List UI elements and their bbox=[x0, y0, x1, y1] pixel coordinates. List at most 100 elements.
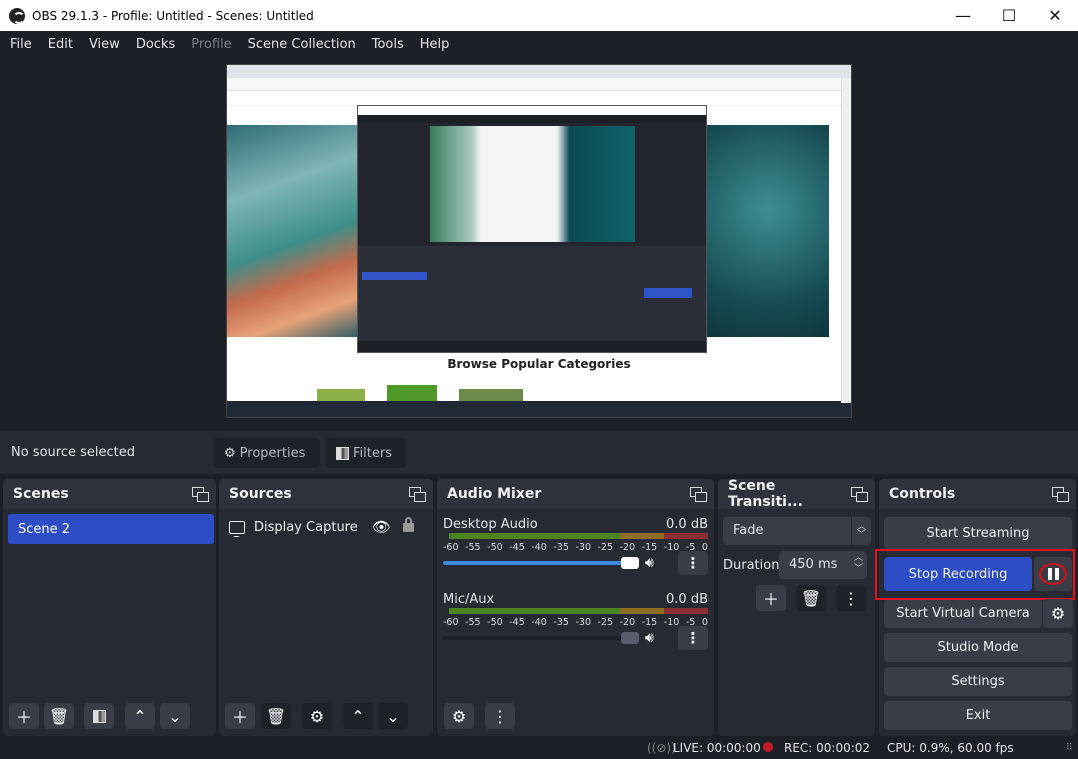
source-properties-button[interactable]: ⚙ bbox=[302, 703, 332, 729]
menu-help[interactable]: Help bbox=[412, 37, 458, 52]
close-button[interactable]: ✕ bbox=[1032, 0, 1078, 31]
cpu-fps: CPU: 0.9%, 60.00 fps bbox=[887, 741, 1014, 755]
pause-recording-button[interactable] bbox=[1034, 557, 1072, 591]
channel-name: Mic/Aux bbox=[443, 592, 495, 607]
meter-tick-label: -45 bbox=[509, 617, 525, 628]
channel-menu-button[interactable]: ⋮ bbox=[678, 551, 708, 575]
gear-icon: ⚙ bbox=[309, 706, 325, 726]
volume-meter bbox=[449, 608, 708, 614]
remove-source-button[interactable]: 🗑 bbox=[261, 703, 291, 729]
studio-mode-button[interactable]: Studio Mode bbox=[884, 633, 1072, 662]
menu-file[interactable]: File bbox=[0, 37, 40, 52]
gear-icon: ⚙ bbox=[1050, 604, 1066, 623]
trash-icon: 🗑 bbox=[48, 706, 70, 726]
preview-canvas[interactable]: Browse Popular Categories bbox=[226, 64, 852, 418]
undock-icon[interactable] bbox=[690, 487, 707, 502]
minimize-button[interactable]: — bbox=[940, 0, 986, 31]
meter-tick-label: -55 bbox=[465, 542, 481, 553]
undock-icon[interactable] bbox=[1052, 487, 1069, 502]
filter-icon bbox=[92, 709, 106, 723]
remove-scene-button[interactable]: 🗑 bbox=[44, 703, 74, 729]
scenes-dock: Scenes Scene 2 ＋ 🗑 ⌃ ⌄ bbox=[3, 479, 216, 736]
scene-move-up-button[interactable]: ⌃ bbox=[125, 703, 155, 729]
scenes-title: Scenes bbox=[13, 486, 69, 502]
add-source-button[interactable]: ＋ bbox=[225, 703, 255, 729]
meter-tick-label: -10 bbox=[663, 617, 680, 628]
volume-slider[interactable] bbox=[443, 557, 639, 569]
meter-tick-label: -10 bbox=[663, 542, 680, 553]
stop-recording-button[interactable]: Stop Recording bbox=[884, 557, 1032, 591]
unlocked-icon[interactable] bbox=[402, 517, 414, 532]
sources-dock: Sources Display Capture 👁 ＋ 🗑 ⚙ ⌃ ⌄ bbox=[219, 479, 433, 736]
start-streaming-button[interactable]: Start Streaming bbox=[884, 517, 1072, 549]
plus-icon: ＋ bbox=[15, 708, 32, 727]
up-down-icon: ︿ ﹀ bbox=[851, 517, 871, 545]
chevron-down-icon: ⌄ bbox=[386, 706, 400, 726]
chevron-up-icon: ⌃ bbox=[133, 706, 147, 726]
duration-label: Duration bbox=[723, 558, 780, 573]
meter-tick-label: -45 bbox=[509, 542, 525, 553]
plus-icon: ＋ bbox=[231, 708, 248, 727]
title-bar: OBS 29.1.3 - Profile: Untitled - Scenes:… bbox=[0, 0, 1078, 31]
maximize-button[interactable]: ☐ bbox=[986, 0, 1032, 31]
mixer-channel-desktop: Desktop Audio 0.0 dB -60 -55 -50 -45 -40 -35-… bbox=[443, 517, 708, 587]
scene-move-down-button[interactable]: ⌄ bbox=[160, 703, 190, 729]
sources-title: Sources bbox=[229, 486, 292, 502]
add-transition-button[interactable]: ＋ bbox=[756, 585, 786, 611]
meter-tick-label: -50 bbox=[487, 617, 503, 628]
settings-button[interactable]: Settings bbox=[884, 667, 1072, 696]
chevron-up-icon: ⌃ bbox=[351, 706, 365, 726]
mixer-menu-button[interactable]: ⋮ bbox=[485, 703, 515, 729]
monitor-icon bbox=[229, 521, 245, 537]
scene-filters-button[interactable] bbox=[84, 703, 114, 729]
volume-slider[interactable] bbox=[443, 632, 639, 644]
source-move-down-button[interactable]: ⌄ bbox=[378, 703, 408, 729]
trash-icon: 🗑 bbox=[265, 706, 287, 726]
menu-tools[interactable]: Tools bbox=[364, 37, 412, 52]
transition-select[interactable]: Fade ︿ ﹀ bbox=[723, 517, 871, 545]
source-move-up-button[interactable]: ⌃ bbox=[343, 703, 373, 729]
resize-grip-icon[interactable]: ⠿ bbox=[1066, 743, 1073, 753]
properties-button[interactable]: ⚙ Properties bbox=[214, 438, 320, 468]
filter-icon bbox=[336, 446, 349, 460]
captured-taskbar bbox=[227, 401, 851, 417]
start-virtual-camera-button[interactable]: Start Virtual Camera bbox=[884, 599, 1042, 628]
meter-tick-label: -25 bbox=[597, 542, 614, 553]
advanced-audio-button[interactable]: ⚙ bbox=[444, 703, 474, 729]
obs-logo-icon bbox=[9, 7, 25, 24]
transition-menu-button[interactable]: ⋮ bbox=[836, 585, 866, 611]
captured-browser-tabs bbox=[227, 65, 851, 78]
source-item[interactable]: Display Capture bbox=[229, 520, 358, 537]
channel-level: 0.0 dB bbox=[666, 517, 708, 532]
spin-arrows-icon[interactable]: ︿ ﹀ bbox=[854, 553, 863, 575]
exit-button[interactable]: Exit bbox=[884, 701, 1072, 730]
meter-tick-label: -15 bbox=[641, 542, 658, 553]
kebab-icon: ⋮ bbox=[685, 554, 701, 572]
meter-tick-label: -30 bbox=[575, 617, 591, 628]
menu-docks[interactable]: Docks bbox=[128, 37, 183, 52]
undock-icon[interactable] bbox=[409, 487, 426, 502]
duration-spinbox[interactable]: 450 ms ︿ ﹀ bbox=[779, 551, 867, 579]
speaker-icon[interactable]: 🔊︎ bbox=[645, 555, 654, 571]
menu-edit[interactable]: Edit bbox=[40, 37, 81, 52]
virtual-camera-settings-button[interactable]: ⚙ bbox=[1043, 599, 1073, 628]
captured-scrollbar bbox=[841, 78, 851, 403]
speaker-icon[interactable]: 🔊︎ bbox=[645, 630, 654, 646]
menu-view[interactable]: View bbox=[81, 37, 128, 52]
remove-transition-button[interactable]: 🗑 bbox=[796, 585, 826, 611]
rec-timer: REC: 00:00:02 bbox=[784, 741, 871, 755]
scene-item[interactable]: Scene 2 bbox=[8, 514, 214, 544]
filters-button[interactable]: Filters bbox=[326, 438, 406, 468]
source-context-bar: No source selected ⚙ Properties Filters bbox=[0, 430, 1078, 474]
gears-icon: ⚙ bbox=[451, 706, 467, 726]
meter-tick-label: -60 bbox=[443, 542, 459, 553]
menu-bar: File Edit View Docks Profile Scene Colle… bbox=[0, 31, 1078, 57]
menu-scene-collection[interactable]: Scene Collection bbox=[240, 37, 364, 52]
add-scene-button[interactable]: ＋ bbox=[9, 703, 39, 729]
undock-icon[interactable] bbox=[192, 487, 209, 502]
plus-icon: ＋ bbox=[762, 590, 779, 609]
undock-icon[interactable] bbox=[851, 487, 868, 502]
volume-meter bbox=[449, 533, 708, 539]
eye-visibility-icon[interactable]: 👁 bbox=[372, 518, 391, 536]
channel-menu-button[interactable]: ⋮ bbox=[678, 626, 708, 650]
